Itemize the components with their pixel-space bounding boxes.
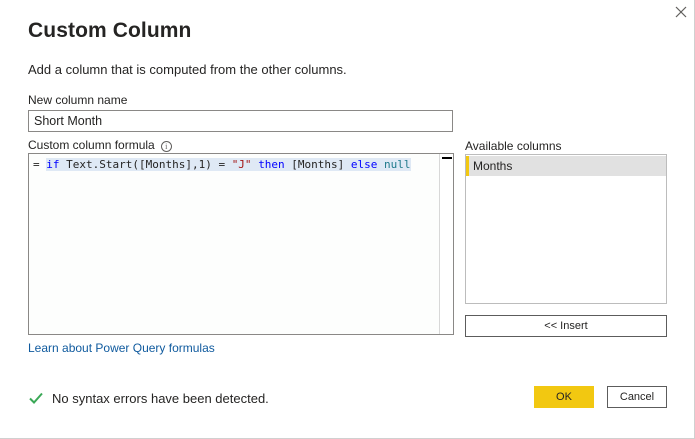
formula-editor[interactable]: = if Text.Start([Months],1) = "J" then [… bbox=[28, 153, 454, 335]
formula-expression: Text.Start([Months],1) = bbox=[59, 158, 232, 171]
formula-selection: if Text.Start([Months],1) = "J" then [Mo… bbox=[46, 158, 411, 171]
formula-keyword-if: if bbox=[46, 158, 60, 171]
available-columns-label: Available columns bbox=[465, 139, 562, 153]
formula-label-row: Custom column formula i bbox=[28, 138, 172, 152]
custom-column-dialog: Custom Column Add a column that is compu… bbox=[0, 0, 695, 439]
formula-column-ref: [Months] bbox=[284, 158, 351, 171]
syntax-status-text: No syntax errors have been detected. bbox=[52, 390, 269, 406]
formula-prefix: = bbox=[33, 158, 47, 171]
available-columns-list[interactable]: Months bbox=[465, 154, 667, 304]
formula-string: "J" bbox=[231, 158, 252, 171]
ok-button[interactable]: OK bbox=[534, 386, 594, 408]
info-icon[interactable]: i bbox=[160, 141, 172, 152]
close-icon[interactable] bbox=[672, 3, 690, 21]
dialog-title: Custom Column bbox=[28, 19, 192, 42]
check-icon bbox=[29, 392, 43, 404]
insert-button[interactable]: << Insert bbox=[465, 315, 667, 337]
new-column-name-input[interactable] bbox=[28, 110, 453, 132]
syntax-status: No syntax errors have been detected. bbox=[28, 390, 269, 406]
close-button[interactable] bbox=[672, 3, 690, 21]
formula-text[interactable]: = if Text.Start([Months],1) = "J" then [… bbox=[33, 158, 411, 171]
formula-keyword-then: then bbox=[258, 158, 285, 171]
formula-null: null bbox=[384, 158, 411, 171]
custom-column-formula-label: Custom column formula bbox=[28, 138, 155, 152]
formula-scrollbar-thumb[interactable] bbox=[442, 157, 452, 159]
learn-power-query-link[interactable]: Learn about Power Query formulas bbox=[28, 341, 215, 355]
formula-scrollbar[interactable] bbox=[439, 154, 453, 334]
new-column-name-label: New column name bbox=[28, 93, 128, 107]
cancel-button[interactable]: Cancel bbox=[607, 386, 667, 408]
dialog-subtitle: Add a column that is computed from the o… bbox=[28, 62, 347, 77]
available-column-item[interactable]: Months bbox=[466, 156, 666, 176]
formula-keyword-else: else bbox=[350, 158, 378, 171]
